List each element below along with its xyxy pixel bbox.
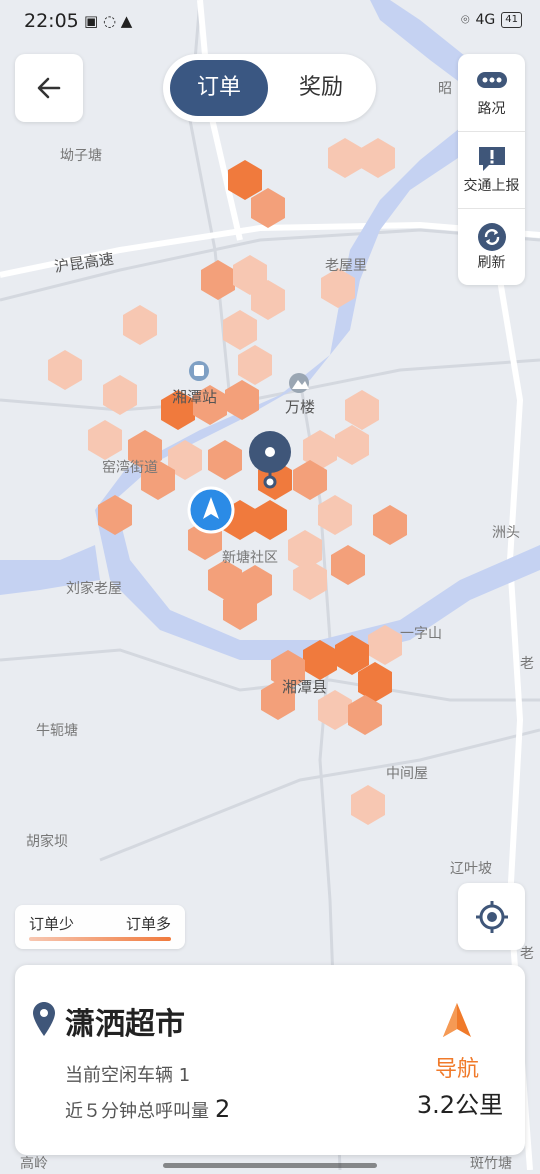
refresh-label: 刷新: [477, 255, 506, 271]
status-right: ⌾ 4G 41: [461, 12, 522, 28]
map-label: 胡家坝: [26, 833, 68, 850]
map-label: 老: [520, 946, 534, 962]
map-label: 湘潭县: [282, 678, 327, 696]
map-label: 中间屋: [386, 766, 428, 782]
legend-low-label: 订单少: [29, 915, 75, 933]
destination-pin-icon: [248, 430, 292, 492]
battery-icon: 41: [501, 12, 522, 28]
traffic-button[interactable]: 路况: [458, 54, 525, 131]
refresh-icon: [478, 223, 506, 251]
navigation-arrow-icon: [443, 1003, 471, 1037]
destination-title: 潇洒超市: [65, 1007, 185, 1042]
map-label: 一字山: [400, 626, 442, 642]
crosshair-icon: [476, 901, 508, 933]
map-label: 斑竹塘: [470, 1156, 512, 1170]
status-bar: 22:05 ▣ ◌ ▲ ⌾ 4G 41: [0, 0, 540, 42]
map-label: 窑湾街道: [102, 459, 158, 476]
back-button[interactable]: [15, 54, 83, 122]
traffic-icon: [477, 72, 507, 88]
tab-rewards[interactable]: 奖励: [271, 60, 371, 116]
destination-card: 潇洒超市 当前空闲车辆 1 近５分钟总呼叫量 2 导航 3.2公里: [15, 965, 525, 1155]
notification-icons: ▣ ◌ ▲: [84, 12, 133, 30]
map-label: 昭: [438, 81, 452, 97]
map-label: 刘家老屋: [66, 580, 122, 597]
user-location-icon: [187, 486, 235, 534]
tab-orders[interactable]: 订单: [170, 60, 268, 116]
idle-vehicles-text: 当前空闲车辆 1: [65, 1065, 191, 1086]
map-label: 湘潭站: [172, 388, 217, 406]
calls-text: 近５分钟总呼叫量 2: [65, 1095, 230, 1123]
map-label: 老屋里: [325, 258, 367, 274]
locate-button[interactable]: [458, 883, 525, 950]
report-label: 交通上报: [463, 178, 520, 194]
refresh-button[interactable]: 刷新: [458, 208, 525, 285]
location-pin-icon: [33, 1002, 55, 1036]
status-time: 22:05: [24, 10, 79, 32]
heat-legend: 订单少 订单多: [15, 905, 185, 949]
navigate-button[interactable]: 导航: [407, 999, 507, 1089]
map-tools-panel: 路况 交通上报 刷新: [458, 54, 525, 285]
location-status-icon: ⌾: [461, 12, 470, 28]
map-label: 万楼: [285, 398, 315, 416]
map-label: 新塘社区: [222, 550, 278, 566]
map-label: 牛轭塘: [36, 723, 78, 739]
map-label: 坳子塘: [60, 148, 102, 164]
calls-value: 2: [215, 1095, 231, 1123]
report-button[interactable]: 交通上报: [458, 131, 525, 208]
home-indicator[interactable]: [163, 1163, 377, 1168]
traffic-label: 路况: [477, 101, 506, 117]
navigate-label: 导航: [434, 1057, 479, 1082]
distance-text: 3.2公里: [416, 1091, 504, 1119]
back-arrow-icon: [37, 77, 61, 99]
report-icon: [479, 147, 505, 171]
tab-switcher: 订单 奖励: [163, 54, 376, 122]
network-label: 4G: [475, 12, 496, 28]
map-label: 洲头: [492, 525, 520, 541]
calls-label: 近５分钟总呼叫量: [65, 1101, 209, 1122]
map-label: 高岭: [20, 1155, 48, 1170]
legend-gradient-bar: [29, 937, 171, 941]
legend-high-label: 订单多: [125, 915, 171, 933]
map-label: 辽叶坡: [450, 861, 492, 877]
map-label: 老: [520, 656, 534, 672]
